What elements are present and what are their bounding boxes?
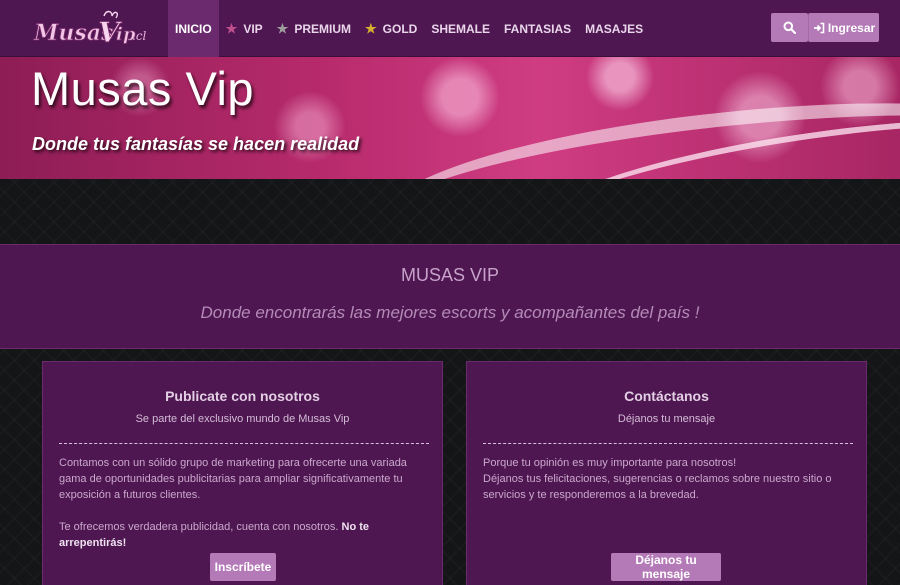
card-text: Te ofrecemos verdadera publicidad, cuent… (59, 521, 339, 533)
nav-item-label: PREMIUM (294, 21, 351, 36)
site-logo[interactable]: Musas V ip .cl (32, 8, 154, 50)
divider (59, 443, 429, 444)
card-body: Porque tu opinión es muy importante para… (483, 455, 855, 503)
contact-card: Contáctanos Déjanos tu mensaje Porque tu… (466, 361, 867, 585)
search-button[interactable] (771, 13, 808, 42)
hero-subtitle: Donde tus fantasías se hacen realidad (32, 134, 360, 154)
nav-item-shemale[interactable]: SHEMALE (424, 0, 497, 57)
card-paragraph: Porque tu opinión es muy importante para… (483, 457, 737, 469)
send-message-button[interactable]: Déjanos tu mensaje (611, 553, 721, 581)
intro-title: MUSAS VIP (400, 265, 500, 285)
card-paragraph: Contamos con un sólido grupo de marketin… (59, 457, 407, 501)
intro-tagline: Donde encontrarás las mejores escorts y … (200, 303, 700, 322)
card-subtitle: Déjanos tu mensaje (617, 413, 716, 425)
svg-text:.cl: .cl (132, 29, 147, 43)
nav-item-label: FANTASIAS (504, 21, 572, 36)
nav-item-gold[interactable]: ★ GOLD (358, 0, 424, 57)
login-button[interactable]: Ingresar (808, 13, 879, 42)
card-title: Contáctanos (624, 388, 709, 404)
intro-section: MUSAS VIP Donde encontrarás las mejores … (0, 244, 900, 349)
nav-item-label: MASAJES (585, 21, 644, 36)
nav-item-masajes[interactable]: MASAJES (578, 0, 650, 57)
star-icon: ★ (225, 20, 238, 36)
nav-item-premium[interactable]: ★ PREMIUM (270, 0, 358, 57)
nav-item-inicio[interactable]: INICIO (168, 0, 219, 57)
main-nav: INICIO ★ VIP ★ PREMIUM ★ GOLD SHEMALE FA… (168, 0, 650, 57)
star-icon: ★ (276, 20, 289, 36)
card-paragraph: Déjanos tus felicitaciones, sugerencias … (483, 473, 832, 501)
sign-in-icon (813, 22, 825, 33)
card-paragraph: Te ofrecemos verdadera publicidad, cuent… (59, 519, 431, 551)
search-icon (783, 21, 796, 34)
nav-item-label: INICIO (175, 21, 212, 36)
divider (483, 443, 853, 444)
top-navbar: Musas V ip .cl INICIO ★ VIP ★ PREMIUM ★ … (0, 0, 900, 57)
star-icon: ★ (365, 20, 377, 36)
nav-item-label: GOLD (382, 21, 418, 36)
hero-banner: Musas Vip Donde tus fantasías se hacen r… (0, 57, 900, 179)
nav-item-label: SHEMALE (431, 21, 490, 36)
nav-item-fantasias[interactable]: FANTASIAS (497, 0, 578, 57)
card-subtitle: Se parte del exclusivo mundo de Musas Vi… (135, 413, 350, 425)
signup-button[interactable]: Inscríbete (210, 553, 276, 581)
nav-item-vip[interactable]: ★ VIP (219, 0, 270, 57)
card-title: Publicate con nosotros (165, 388, 320, 404)
card-body: Contamos con un sólido grupo de marketin… (59, 455, 431, 567)
nav-item-label: VIP (243, 21, 263, 36)
publish-card: Publicate con nosotros Se parte del excl… (42, 361, 443, 585)
hero-title: Musas Vip (31, 62, 255, 115)
login-label: Ingresar (827, 20, 876, 35)
